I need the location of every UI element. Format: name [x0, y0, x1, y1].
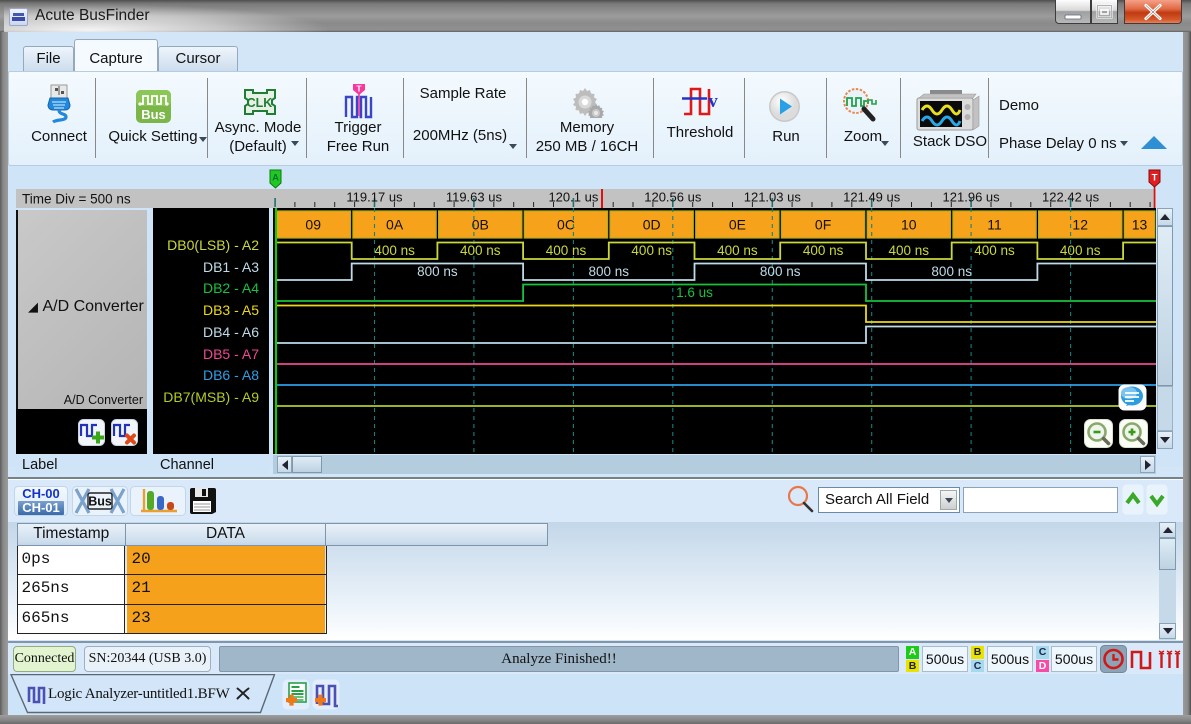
- svg-text:1.6 us: 1.6 us: [676, 285, 713, 300]
- svg-text:400 ns: 400 ns: [803, 243, 844, 258]
- svg-text:0C: 0C: [557, 217, 575, 233]
- svg-text:120.56 us: 120.56 us: [644, 190, 702, 205]
- svg-text:11: 11: [987, 217, 1002, 233]
- svg-text:400 ns: 400 ns: [889, 243, 930, 258]
- svg-text:400 ns: 400 ns: [631, 243, 672, 258]
- svg-text:0D: 0D: [643, 217, 661, 233]
- svg-text:10: 10: [901, 217, 917, 233]
- svg-text:T: T: [356, 84, 362, 94]
- svg-text:0E: 0E: [729, 217, 746, 233]
- svg-text:CLK: CLK: [247, 96, 273, 110]
- svg-text:800 ns: 800 ns: [417, 264, 458, 279]
- svg-text:09: 09: [305, 217, 321, 233]
- svg-text:Bus: Bus: [141, 107, 166, 122]
- svg-text:800 ns: 800 ns: [760, 264, 801, 279]
- svg-text:400 ns: 400 ns: [1060, 243, 1101, 258]
- svg-text:400 ns: 400 ns: [717, 243, 758, 258]
- svg-text:Bus: Bus: [88, 495, 112, 509]
- svg-text:A: A: [272, 173, 279, 184]
- svg-text:120.1 us: 120.1 us: [548, 190, 598, 205]
- svg-text:121.03 us: 121.03 us: [744, 190, 802, 205]
- svg-text:12: 12: [1072, 217, 1088, 233]
- svg-text:v: v: [708, 91, 718, 112]
- svg-text:122.42 us: 122.42 us: [1042, 190, 1100, 205]
- svg-text:400 ns: 400 ns: [374, 243, 415, 258]
- svg-text:400 ns: 400 ns: [546, 243, 587, 258]
- svg-text:0A: 0A: [386, 217, 404, 233]
- svg-text:0F: 0F: [815, 217, 831, 233]
- svg-text:400 ns: 400 ns: [460, 243, 501, 258]
- svg-text:121.49 us: 121.49 us: [843, 190, 901, 205]
- svg-text:121.96 us: 121.96 us: [943, 190, 1001, 205]
- svg-text:800 ns: 800 ns: [589, 264, 630, 279]
- svg-text:T: T: [1152, 173, 1158, 184]
- svg-text:Time Div = 500 ns: Time Div = 500 ns: [22, 192, 131, 207]
- svg-text:13: 13: [1132, 217, 1148, 233]
- svg-text:400 ns: 400 ns: [974, 243, 1015, 258]
- svg-text:800 ns: 800 ns: [931, 264, 972, 279]
